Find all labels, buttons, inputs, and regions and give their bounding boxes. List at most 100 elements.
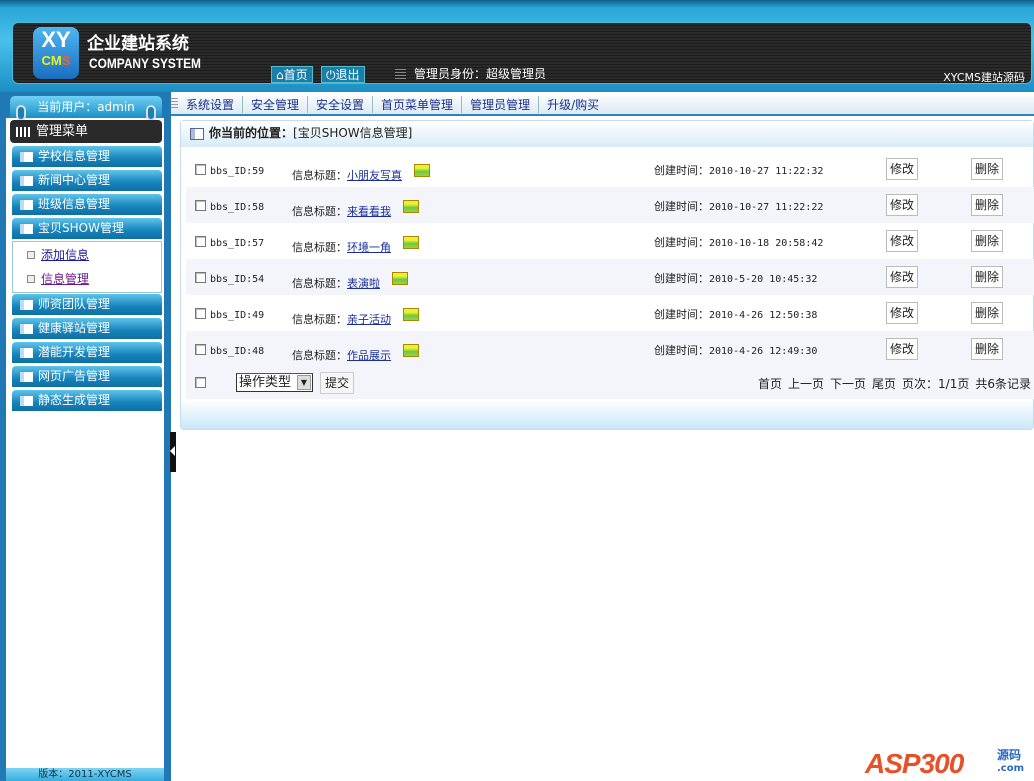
pager-last[interactable]: 尾页 <box>872 377 896 391</box>
row-id: bbs_ID:54 <box>210 274 265 285</box>
title-link[interactable]: 环境一角 <box>347 241 391 254</box>
row-checkbox[interactable] <box>195 164 206 175</box>
nav-security-management[interactable]: 安全管理 <box>242 96 307 113</box>
sidebar-item-teachers[interactable]: 师资团队管理 <box>12 294 162 315</box>
sidebar-item-static[interactable]: 静态生成管理 <box>12 390 162 411</box>
row-created-time: 创建时间：2010-10-27 11:22:32 <box>654 164 824 177</box>
content-footer <box>181 399 1033 429</box>
row-checkbox[interactable] <box>195 308 206 319</box>
submit-button[interactable]: 提交 <box>320 372 355 394</box>
pager-prev[interactable]: 上一页 <box>788 377 824 391</box>
panel-icon <box>20 200 33 210</box>
edit-button[interactable]: 修改 <box>886 338 919 360</box>
menu-header: 管理菜单 <box>10 120 162 143</box>
title-link[interactable]: 作品展示 <box>347 349 391 362</box>
current-user: 当前用户：admin <box>10 96 162 121</box>
grid-icon <box>16 127 30 137</box>
top-nav: 系统设置 安全管理 安全设置 首页菜单管理 管理员管理 升级/购买 <box>162 92 1034 116</box>
sidebar-item-news[interactable]: 新闻中心管理 <box>12 170 162 191</box>
row-id: bbs_ID:59 <box>210 166 265 177</box>
logo: XY CMS <box>33 27 79 79</box>
sidebar-item-health[interactable]: 健康驿站管理 <box>12 318 162 339</box>
row-id: bbs_ID:49 <box>210 310 265 321</box>
row-title: 信息标题：表演啦 <box>292 272 408 291</box>
delete-button[interactable]: 删除 <box>971 230 1004 252</box>
submenu-add-info[interactable]: 添加信息 <box>27 246 89 263</box>
table-row: bbs_ID:48 信息标题：作品展示 创建时间：2010-4-26 12:49:3… <box>186 331 1034 367</box>
edit-button[interactable]: 修改 <box>886 158 919 180</box>
nav-system-settings[interactable]: 系统设置 <box>186 96 242 113</box>
row-created-time: 创建时间：2010-10-27 11:22:22 <box>654 200 824 213</box>
submenu-info-management[interactable]: 信息管理 <box>27 270 89 287</box>
title-link[interactable]: 亲子活动 <box>347 313 391 326</box>
brand-subtitle: COMPANY SYSTEM <box>89 55 201 71</box>
row-id: bbs_ID:58 <box>210 202 265 213</box>
header-panel: XY CMS 企业建站系统 COMPANY SYSTEM ⌂首页 ⏻退出 管理员… <box>12 22 1032 84</box>
sidebar-item-ads[interactable]: 网页广告管理 <box>12 366 162 387</box>
row-checkbox[interactable] <box>195 200 206 211</box>
chevron-down-icon: ▼ <box>297 375 311 390</box>
header: XY CMS 企业建站系统 COMPANY SYSTEM ⌂首页 ⏻退出 管理员… <box>0 0 1034 92</box>
row-title: 信息标题：环境一角 <box>292 236 419 255</box>
source-label: XYCMS建站源码 <box>943 71 1025 84</box>
page-icon <box>27 251 35 259</box>
sidebar-item-potential[interactable]: 潜能开发管理 <box>12 342 162 363</box>
image-icon <box>403 200 419 213</box>
pager: 首页 上一页 下一页 尾页 页次：1/1页 共6条记录 <box>752 375 1031 392</box>
home-button[interactable]: ⌂首页 <box>271 66 313 83</box>
row-title: 信息标题：来看看我 <box>292 200 419 219</box>
row-created-time: 创建时间：2010-4-26 12:50:38 <box>654 308 818 321</box>
sidebar-item-baby-show[interactable]: 宝贝SHOW管理 <box>12 218 162 239</box>
row-checkbox[interactable] <box>195 272 206 283</box>
home-icon: ⌂ <box>276 68 284 82</box>
table-row: bbs_ID:57 信息标题：环境一角 创建时间：2010-10-18 20:58:… <box>186 223 1034 259</box>
edit-button[interactable]: 修改 <box>886 266 919 288</box>
brand-title: 企业建站系统 <box>87 34 189 54</box>
panel-icon <box>20 224 33 234</box>
row-created-time: 创建时间：2010-10-18 20:58:42 <box>654 236 824 249</box>
nav-security-settings[interactable]: 安全设置 <box>307 96 372 113</box>
image-icon <box>403 236 419 249</box>
sidebar-item-school[interactable]: 学校信息管理 <box>12 146 162 167</box>
delete-button[interactable]: 删除 <box>971 266 1004 288</box>
power-icon: ⏻ <box>326 68 336 82</box>
logout-button[interactable]: ⏻退出 <box>321 66 365 83</box>
sidebar-item-class[interactable]: 班级信息管理 <box>12 194 162 215</box>
nav-upgrade[interactable]: 升级/购买 <box>538 96 607 113</box>
content-panel: 你当前的位置：[宝贝SHOW信息管理] bbs_ID:59 信息标题：小朋友写真创… <box>180 120 1034 430</box>
panel-icon <box>20 152 33 162</box>
delete-button[interactable]: 删除 <box>971 194 1004 216</box>
table-row: bbs_ID:54 信息标题：表演啦 创建时间：2010-5-20 10:45:32… <box>186 259 1034 295</box>
nav-admin-management[interactable]: 管理员管理 <box>461 96 538 113</box>
total-count: 共6条记录 <box>975 377 1031 391</box>
nav-home-menu[interactable]: 首页菜单管理 <box>372 96 461 113</box>
lines-icon <box>395 69 406 80</box>
row-id: bbs_ID:48 <box>210 346 265 357</box>
panel-icon <box>20 396 33 406</box>
delete-button[interactable]: 删除 <box>971 338 1004 360</box>
title-link[interactable]: 小朋友写真 <box>347 169 402 182</box>
arrow-left-icon <box>170 446 175 456</box>
edit-button[interactable]: 修改 <box>886 194 919 216</box>
edit-button[interactable]: 修改 <box>886 302 919 324</box>
watermark-logo: ASP300 源码 .com <box>865 748 1025 779</box>
pager-first[interactable]: 首页 <box>758 377 782 391</box>
row-id: bbs_ID:57 <box>210 238 265 249</box>
delete-button[interactable]: 删除 <box>971 158 1004 180</box>
table-row: bbs_ID:58 信息标题：来看看我 创建时间：2010-10-27 11:22:… <box>186 187 1034 223</box>
row-checkbox[interactable] <box>195 344 206 355</box>
edit-button[interactable]: 修改 <box>886 230 919 252</box>
title-link[interactable]: 表演啦 <box>347 277 380 290</box>
window-icon <box>190 128 204 140</box>
delete-button[interactable]: 删除 <box>971 302 1004 324</box>
sidebar-toggle[interactable] <box>170 432 176 472</box>
title-link[interactable]: 来看看我 <box>347 205 391 218</box>
table-row: bbs_ID:59 信息标题：小朋友写真 创建时间：2010-10-27 11:22… <box>186 151 1034 187</box>
panel-icon <box>20 176 33 186</box>
pager-next[interactable]: 下一页 <box>830 377 866 391</box>
row-checkbox[interactable] <box>195 236 206 247</box>
page-icon <box>27 275 35 283</box>
select-all-checkbox[interactable] <box>195 377 206 388</box>
page-info: 页次：1/1页 <box>902 377 970 391</box>
action-type-select[interactable]: 操作类型 ▼ <box>236 373 313 392</box>
